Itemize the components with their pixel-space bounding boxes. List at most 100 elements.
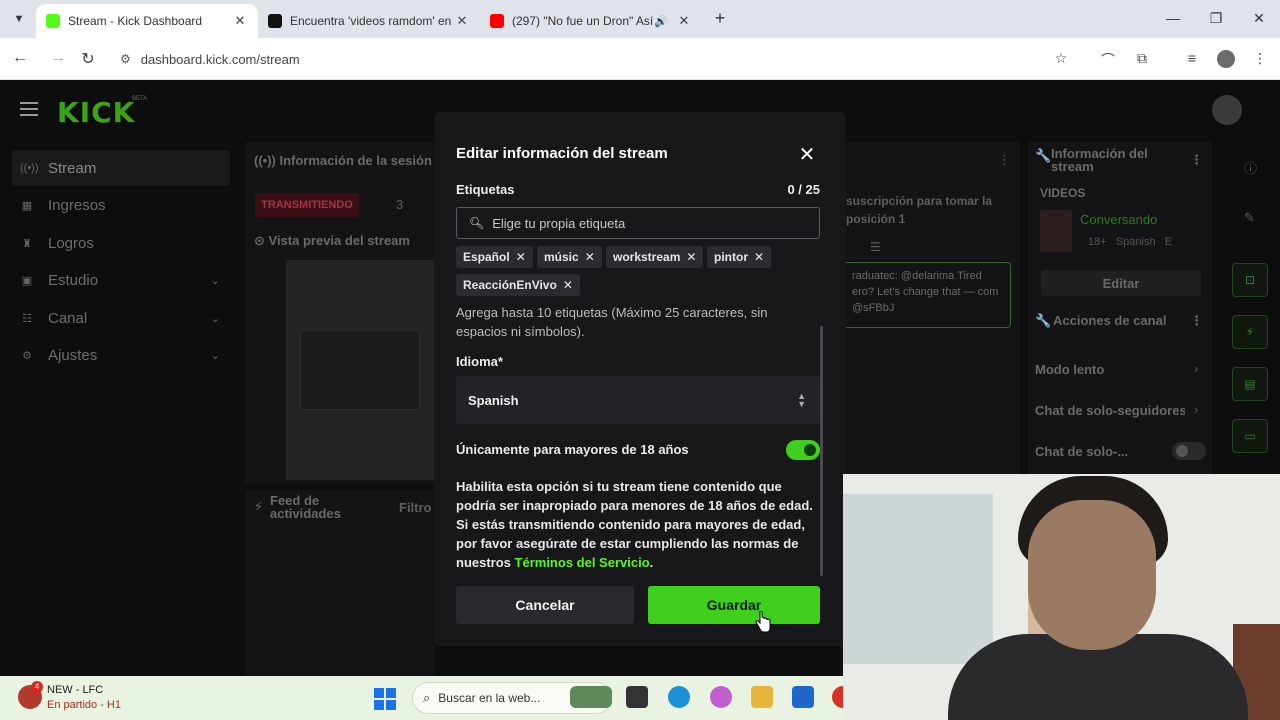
sidebar-item-ajustes[interactable]: ⚙ Ajustes ⌄ xyxy=(12,337,230,373)
stream-info-title: Información del stream xyxy=(1051,146,1148,174)
terms-of-service-link[interactable]: Términos del Servicio xyxy=(515,555,650,570)
preview-title-text: Vista previa del stream xyxy=(268,233,410,248)
tag-chip[interactable]: Español ✕ xyxy=(456,246,533,268)
close-icon[interactable]: ✕ xyxy=(797,142,817,167)
tab-tiktok[interactable]: Encuentra 'videos ramdom' en ✕ xyxy=(258,4,480,38)
menu-dots-icon[interactable]: ⋮ xyxy=(1250,50,1270,67)
task-view-icon[interactable] xyxy=(626,686,648,708)
cancel-button[interactable]: Cancelar xyxy=(456,586,634,624)
sidebar-item-label: Canal xyxy=(48,309,88,327)
save-button[interactable]: Guardar xyxy=(648,586,820,624)
modal-scroll-area[interactable]: Etiquetas 0 / 25 🔍︎ Español ✕ músic ✕ work… xyxy=(434,184,846,580)
followers-only-item[interactable]: Chat de solo-seguidores xyxy=(1035,403,1185,418)
copilot-icon[interactable] xyxy=(710,686,732,708)
remove-tag-icon[interactable]: ✕ xyxy=(585,250,595,264)
trophy-icon: ♜ xyxy=(22,237,32,250)
session-title-text: Información de la sesión xyxy=(279,153,432,168)
url-text[interactable]: dashboard.kick.com/stream xyxy=(141,52,300,67)
remove-tag-icon[interactable]: ✕ xyxy=(754,250,764,264)
language-select[interactable]: Spanish ▲ ▼ xyxy=(456,376,820,424)
tag-chip[interactable]: ReacciónEnVivo ✕ xyxy=(456,274,580,296)
tab-search-button[interactable]: ▼ xyxy=(8,9,30,29)
filter-button[interactable]: Filtro xyxy=(399,500,432,515)
remove-tag-icon[interactable]: ✕ xyxy=(516,250,526,264)
kick-favicon-icon xyxy=(46,14,60,28)
modal-scrollbar[interactable] xyxy=(820,326,823,576)
mature-content-toggle[interactable] xyxy=(786,440,820,460)
channel-actions-title: Acciones de canal xyxy=(1053,313,1167,328)
tab-kick-dashboard[interactable]: Stream - Kick Dashboard ✕ xyxy=(36,4,258,38)
studio-icon: ▣ xyxy=(21,274,33,287)
tag-chip-label: ReacciónEnVivo xyxy=(463,278,557,292)
tag-chip[interactable]: músic ✕ xyxy=(537,246,602,268)
close-window-icon[interactable]: ✕ xyxy=(1249,10,1269,27)
feed-title-text: Feed de actividades xyxy=(270,493,341,521)
search-highlight-icon[interactable] xyxy=(570,686,612,708)
bookmark-star-icon[interactable]: ☆ xyxy=(1051,50,1071,67)
back-icon[interactable]: ← xyxy=(10,49,30,67)
language-label: Idioma* xyxy=(456,354,503,369)
tag-search-field[interactable]: 🔍︎ xyxy=(456,207,820,239)
user-avatar[interactable] xyxy=(1212,95,1242,125)
address-bar[interactable]: ⚙ dashboard.kick.com/stream xyxy=(110,44,1110,74)
sidebar-item-label: Ajustes xyxy=(48,346,98,364)
chevron-right-icon: › xyxy=(1194,361,1199,376)
site-settings-icon[interactable]: ⚙ xyxy=(120,52,131,66)
extension-icon[interactable]: ⌒ xyxy=(1098,50,1118,70)
document-shortcut-icon[interactable]: ▤ xyxy=(1232,367,1268,401)
video-thumbnail[interactable] xyxy=(1040,210,1072,252)
tab-title: Stream - Kick Dashboard xyxy=(68,14,203,28)
close-tab-icon[interactable]: ✕ xyxy=(676,13,692,29)
slow-mode-item[interactable]: Modo lento xyxy=(1035,362,1104,377)
minimize-icon[interactable]: — xyxy=(1163,10,1183,26)
info-menu-dots-icon[interactable]: ⋮ xyxy=(1190,152,1203,168)
actions-menu-dots-icon[interactable]: ⋮ xyxy=(1190,313,1203,329)
remove-tag-icon[interactable]: ✕ xyxy=(563,278,573,292)
chat-shortcut-icon[interactable]: ▭ xyxy=(1232,419,1268,453)
pencil-icon[interactable]: ✎ xyxy=(1244,210,1255,226)
tag-input[interactable] xyxy=(492,215,793,231)
sub-only-toggle[interactable] xyxy=(1172,442,1206,460)
file-explorer-icon[interactable] xyxy=(751,686,773,708)
audio-playing-icon[interactable]: 🔊 xyxy=(654,15,668,28)
remove-tag-icon[interactable]: ✕ xyxy=(686,250,696,264)
restore-icon[interactable]: ❐ xyxy=(1206,10,1226,27)
chat-menu-dots-icon[interactable]: ⋮ xyxy=(998,152,1011,168)
info-icon[interactable]: ⓘ xyxy=(1244,158,1257,177)
tag-chip[interactable]: pintor ✕ xyxy=(707,246,772,268)
sidebar-item-ingresos[interactable]: ▦ Ingresos xyxy=(12,187,230,223)
puzzle-icon[interactable]: ⧉ xyxy=(1132,50,1152,67)
sidebar-item-canal[interactable]: ☷ Canal ⌄ xyxy=(12,300,230,336)
edit-stream-button[interactable]: Editar xyxy=(1041,270,1201,296)
video-title[interactable]: Conversando xyxy=(1080,212,1157,227)
sidebar-item-stream[interactable]: ((•)) Stream xyxy=(12,150,230,186)
profile-avatar[interactable] xyxy=(1217,50,1235,68)
chrome-icon[interactable] xyxy=(832,686,843,708)
windows-start-icon[interactable] xyxy=(374,688,396,710)
chat-divider-icon: ☰ xyxy=(870,240,881,254)
news-widget-title[interactable]: NEW - LFC xyxy=(47,684,103,696)
tab-youtube[interactable]: (297) "No fue un Dron" Así 🔊 ✕ xyxy=(480,4,702,38)
camera-shortcut-icon[interactable]: ⊡ xyxy=(1232,263,1268,297)
new-tab-button[interactable]: + xyxy=(710,8,730,29)
news-widget-subtitle: En partido - H1 xyxy=(47,699,121,711)
preview-panel-title: ⊙ Vista previa del stream xyxy=(254,233,410,249)
sub-only-chat-item[interactable]: Chat de solo-... xyxy=(1035,444,1128,459)
kick-logo[interactable]: KICK xyxy=(57,96,135,129)
tag-chip[interactable]: workstream ✕ xyxy=(606,246,704,268)
radio-icon: ((•)) xyxy=(254,153,280,168)
youtube-favicon-icon xyxy=(490,14,504,28)
media-control-icon[interactable]: ≡ xyxy=(1182,50,1202,66)
reload-icon[interactable]: ↻ xyxy=(78,49,98,69)
sidebar-item-estudio[interactable]: ▣ Estudio ⌄ xyxy=(12,262,230,298)
hamburger-menu-icon[interactable] xyxy=(20,102,38,120)
close-tab-icon[interactable]: ✕ xyxy=(232,13,248,29)
forward-icon[interactable]: → xyxy=(48,49,68,67)
chevron-right-icon: › xyxy=(1194,402,1199,417)
close-tab-icon[interactable]: ✕ xyxy=(454,13,470,29)
tags-label: Etiquetas xyxy=(456,184,515,197)
sidebar-item-logros[interactable]: ♜ Logros xyxy=(12,225,230,261)
bolt-shortcut-icon[interactable]: ⚡ xyxy=(1232,315,1268,349)
store-icon[interactable] xyxy=(792,686,814,708)
edge-icon[interactable] xyxy=(668,686,690,708)
